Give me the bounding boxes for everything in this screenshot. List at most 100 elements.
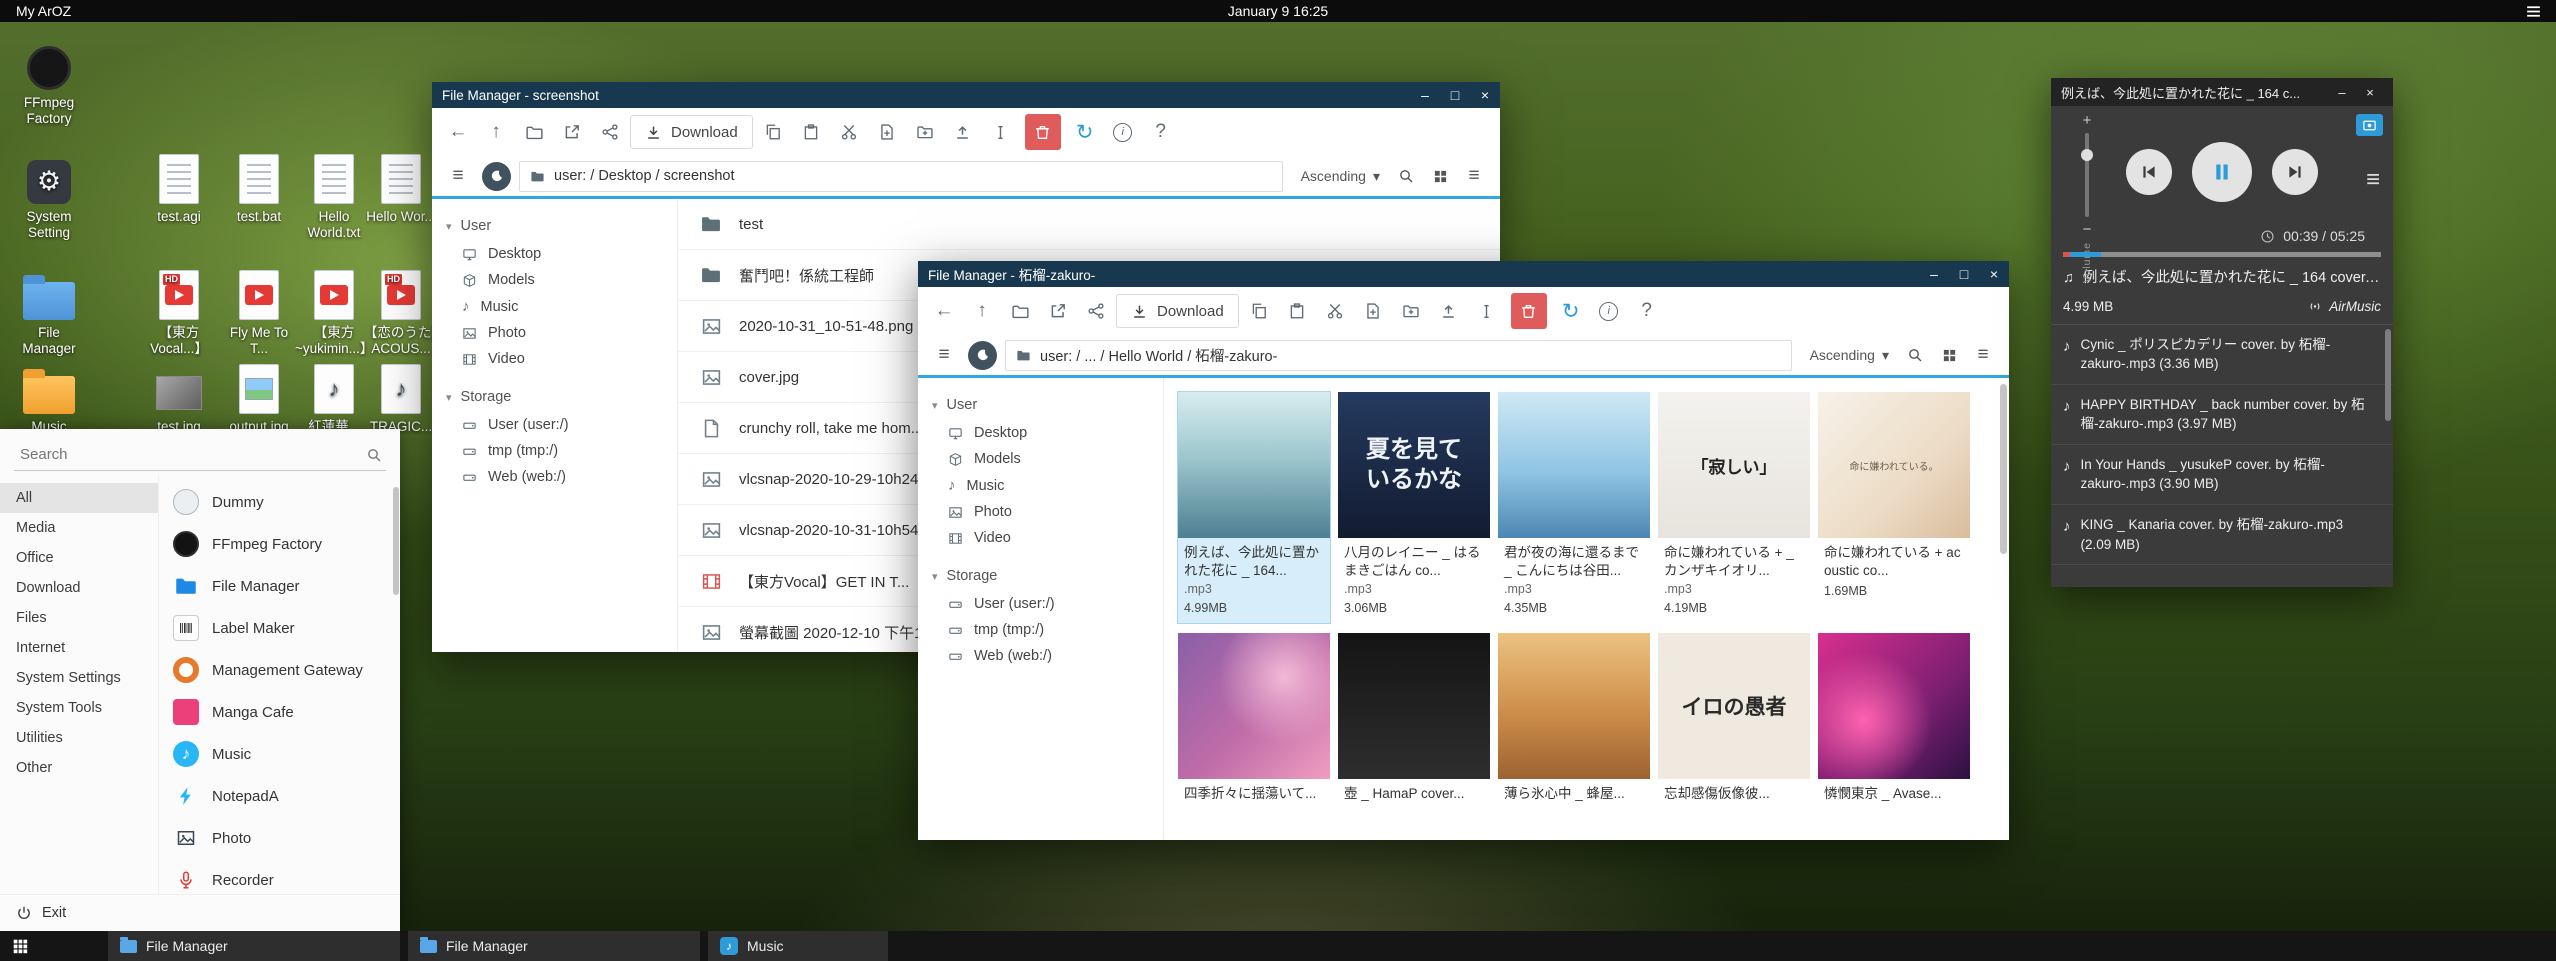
help-button[interactable]: ?	[1143, 114, 1179, 150]
file-tile[interactable]: 憐憫東京 _ Avase...	[1818, 633, 1970, 811]
volume-control[interactable]: + − Volume	[2081, 112, 2093, 283]
vertical-scrollbar[interactable]	[2000, 384, 2007, 554]
title-bar[interactable]: File Manager - screenshot – □ ×	[432, 82, 1500, 108]
sidebar-toggle-button[interactable]: ≡	[442, 160, 474, 192]
desktop-icon-ffmpeg-factory[interactable]: FFmpeg Factory	[10, 36, 88, 127]
volume-handle[interactable]	[2081, 149, 2093, 161]
minimize-button[interactable]: –	[1919, 261, 1949, 287]
app-item-dummy[interactable]: Dummy	[159, 481, 400, 523]
theme-toggle-button[interactable]	[968, 341, 997, 370]
category-internet[interactable]: Internet	[0, 633, 158, 663]
sidebar-item-tmp-drive[interactable]: tmp (tmp:/)	[918, 617, 1163, 643]
desktop-icon-test-agi[interactable]: test.agi	[140, 150, 218, 225]
open-button[interactable]	[516, 114, 552, 150]
list-view-button[interactable]: ≡	[1967, 339, 1999, 371]
sidebar-item-photo[interactable]: Photo	[918, 499, 1163, 525]
playlist-item[interactable]: ♪KING _ Kanaria cover. by 柘榴-zakuro-.mp3…	[2051, 505, 2393, 565]
sidebar-item-photo[interactable]: Photo	[432, 320, 677, 346]
new-folder-button[interactable]	[1393, 293, 1429, 329]
rename-button[interactable]	[983, 114, 1019, 150]
sidebar-item-tmp-drive[interactable]: tmp (tmp:/)	[432, 438, 677, 464]
title-bar[interactable]: 例えば、今此処に置かれた花に _ 164 c... – ×	[2051, 78, 2393, 106]
share-button[interactable]	[1078, 293, 1114, 329]
copy-button[interactable]	[1241, 293, 1277, 329]
category-utilities[interactable]: Utilities	[0, 723, 158, 753]
desktop-icon-system-setting[interactable]: ⚙ System Setting	[10, 150, 88, 241]
rename-button[interactable]	[1469, 293, 1505, 329]
sidebar-item-web-drive[interactable]: Web (web:/)	[918, 643, 1163, 669]
volume-plus[interactable]: +	[2083, 112, 2092, 129]
file-tile[interactable]: イロの愚者 忘却感傷仮像彼...	[1658, 633, 1810, 811]
category-download[interactable]: Download	[0, 573, 158, 603]
refresh-button[interactable]: ↻	[1067, 114, 1103, 150]
cut-button[interactable]	[831, 114, 867, 150]
upload-button[interactable]	[1431, 293, 1467, 329]
minimize-button[interactable]: –	[1410, 82, 1440, 108]
category-system-tools[interactable]: System Tools	[0, 693, 158, 723]
cut-button[interactable]	[1317, 293, 1353, 329]
file-tile[interactable]: 夏を見て いるかな 八月のレイニー _ はるまきごはん co... .mp3 3…	[1338, 392, 1490, 623]
exit-button[interactable]: Exit	[0, 894, 400, 931]
minimize-button[interactable]: –	[2329, 78, 2355, 106]
copy-button[interactable]	[755, 114, 791, 150]
player-menu-button[interactable]: ≡	[2366, 168, 2380, 192]
previous-button[interactable]	[2126, 149, 2172, 195]
topbar-menu-button[interactable]	[2525, 3, 2542, 20]
next-button[interactable]	[2272, 149, 2318, 195]
upload-button[interactable]	[945, 114, 981, 150]
app-launcher-button[interactable]	[10, 936, 30, 956]
open-button[interactable]	[1002, 293, 1038, 329]
pause-button[interactable]	[2192, 142, 2252, 202]
sidebar-section-storage[interactable]: ▾Storage	[432, 382, 677, 412]
sidebar-item-desktop[interactable]: Desktop	[432, 241, 677, 267]
new-file-button[interactable]	[1355, 293, 1391, 329]
desktop-icon-tragic[interactable]: ♪ TRAGIC...	[362, 360, 440, 435]
close-button[interactable]: ×	[2357, 78, 2383, 106]
open-external-button[interactable]	[554, 114, 590, 150]
open-external-button[interactable]	[1040, 293, 1076, 329]
list-view-button[interactable]: ≡	[1458, 160, 1490, 192]
task-button-file-manager-2[interactable]: File Manager	[408, 931, 700, 961]
app-item-manga-cafe[interactable]: Manga Cafe	[159, 691, 400, 733]
download-button[interactable]: Download	[1116, 294, 1239, 328]
sort-select[interactable]: Ascending▾	[1293, 168, 1388, 185]
desktop-icon-koi-no-uta[interactable]: HD 【恋のうた】ACOUS...	[362, 266, 440, 357]
file-tile[interactable]: 例えば、今此処に置かれた花に _ 164... .mp3 4.99MB	[1178, 392, 1330, 623]
sidebar-item-music[interactable]: ♪Music	[432, 293, 677, 320]
sidebar-item-models[interactable]: Models	[918, 446, 1163, 472]
volume-minus[interactable]: −	[2083, 221, 2092, 238]
category-system-settings[interactable]: System Settings	[0, 663, 158, 693]
download-button[interactable]: Download	[630, 115, 753, 149]
desktop-icon-hello-world-2[interactable]: Hello Wor...	[362, 150, 440, 225]
close-button[interactable]: ×	[1979, 261, 2009, 287]
close-button[interactable]: ×	[1470, 82, 1500, 108]
paste-button[interactable]	[1279, 293, 1315, 329]
task-button-music[interactable]: ♪Music	[708, 931, 888, 961]
category-files[interactable]: Files	[0, 603, 158, 633]
desktop-icon-touhou-vocal[interactable]: HD 【東方Vocal...】	[140, 266, 218, 357]
category-media[interactable]: Media	[0, 513, 158, 543]
desktop-icon-file-manager[interactable]: File Manager	[10, 266, 88, 357]
desktop-icon-music[interactable]: Music	[10, 360, 88, 435]
app-item-management-gateway[interactable]: Management Gateway	[159, 649, 400, 691]
app-item-photo[interactable]: Photo	[159, 817, 400, 859]
help-button[interactable]: ?	[1629, 293, 1665, 329]
sidebar-item-music[interactable]: ♪Music	[918, 472, 1163, 499]
info-button[interactable]: i	[1105, 114, 1141, 150]
category-office[interactable]: Office	[0, 543, 158, 573]
sidebar-item-user-drive[interactable]: User (user:/)	[432, 412, 677, 438]
sidebar-item-user-drive[interactable]: User (user:/)	[918, 591, 1163, 617]
theme-toggle-button[interactable]	[482, 162, 511, 191]
paste-button[interactable]	[793, 114, 829, 150]
playlist-item[interactable]: ♪Cynic _ ポリスピカデリー cover. by 柘榴-zakuro-.m…	[2051, 325, 2393, 385]
up-button[interactable]: ↑	[964, 293, 1000, 329]
file-tile[interactable]: 四季折々に揺蕩いて...	[1178, 633, 1330, 811]
breadcrumb[interactable]: user: / Desktop / screenshot	[519, 161, 1283, 192]
playlist-item[interactable]: ♪HAPPY BIRTHDAY _ back number cover. by …	[2051, 385, 2393, 445]
app-item-music[interactable]: ♪Music	[159, 733, 400, 775]
file-row[interactable]: test	[678, 199, 1500, 250]
file-tile[interactable]: 命に嫌われている。 命に嫌われている + acoustic co... 1.69…	[1818, 392, 1970, 623]
seek-bar[interactable]	[2063, 252, 2381, 257]
share-button[interactable]	[592, 114, 628, 150]
file-tile[interactable]: 薄ら氷心中 _ 蜂屋...	[1498, 633, 1650, 811]
